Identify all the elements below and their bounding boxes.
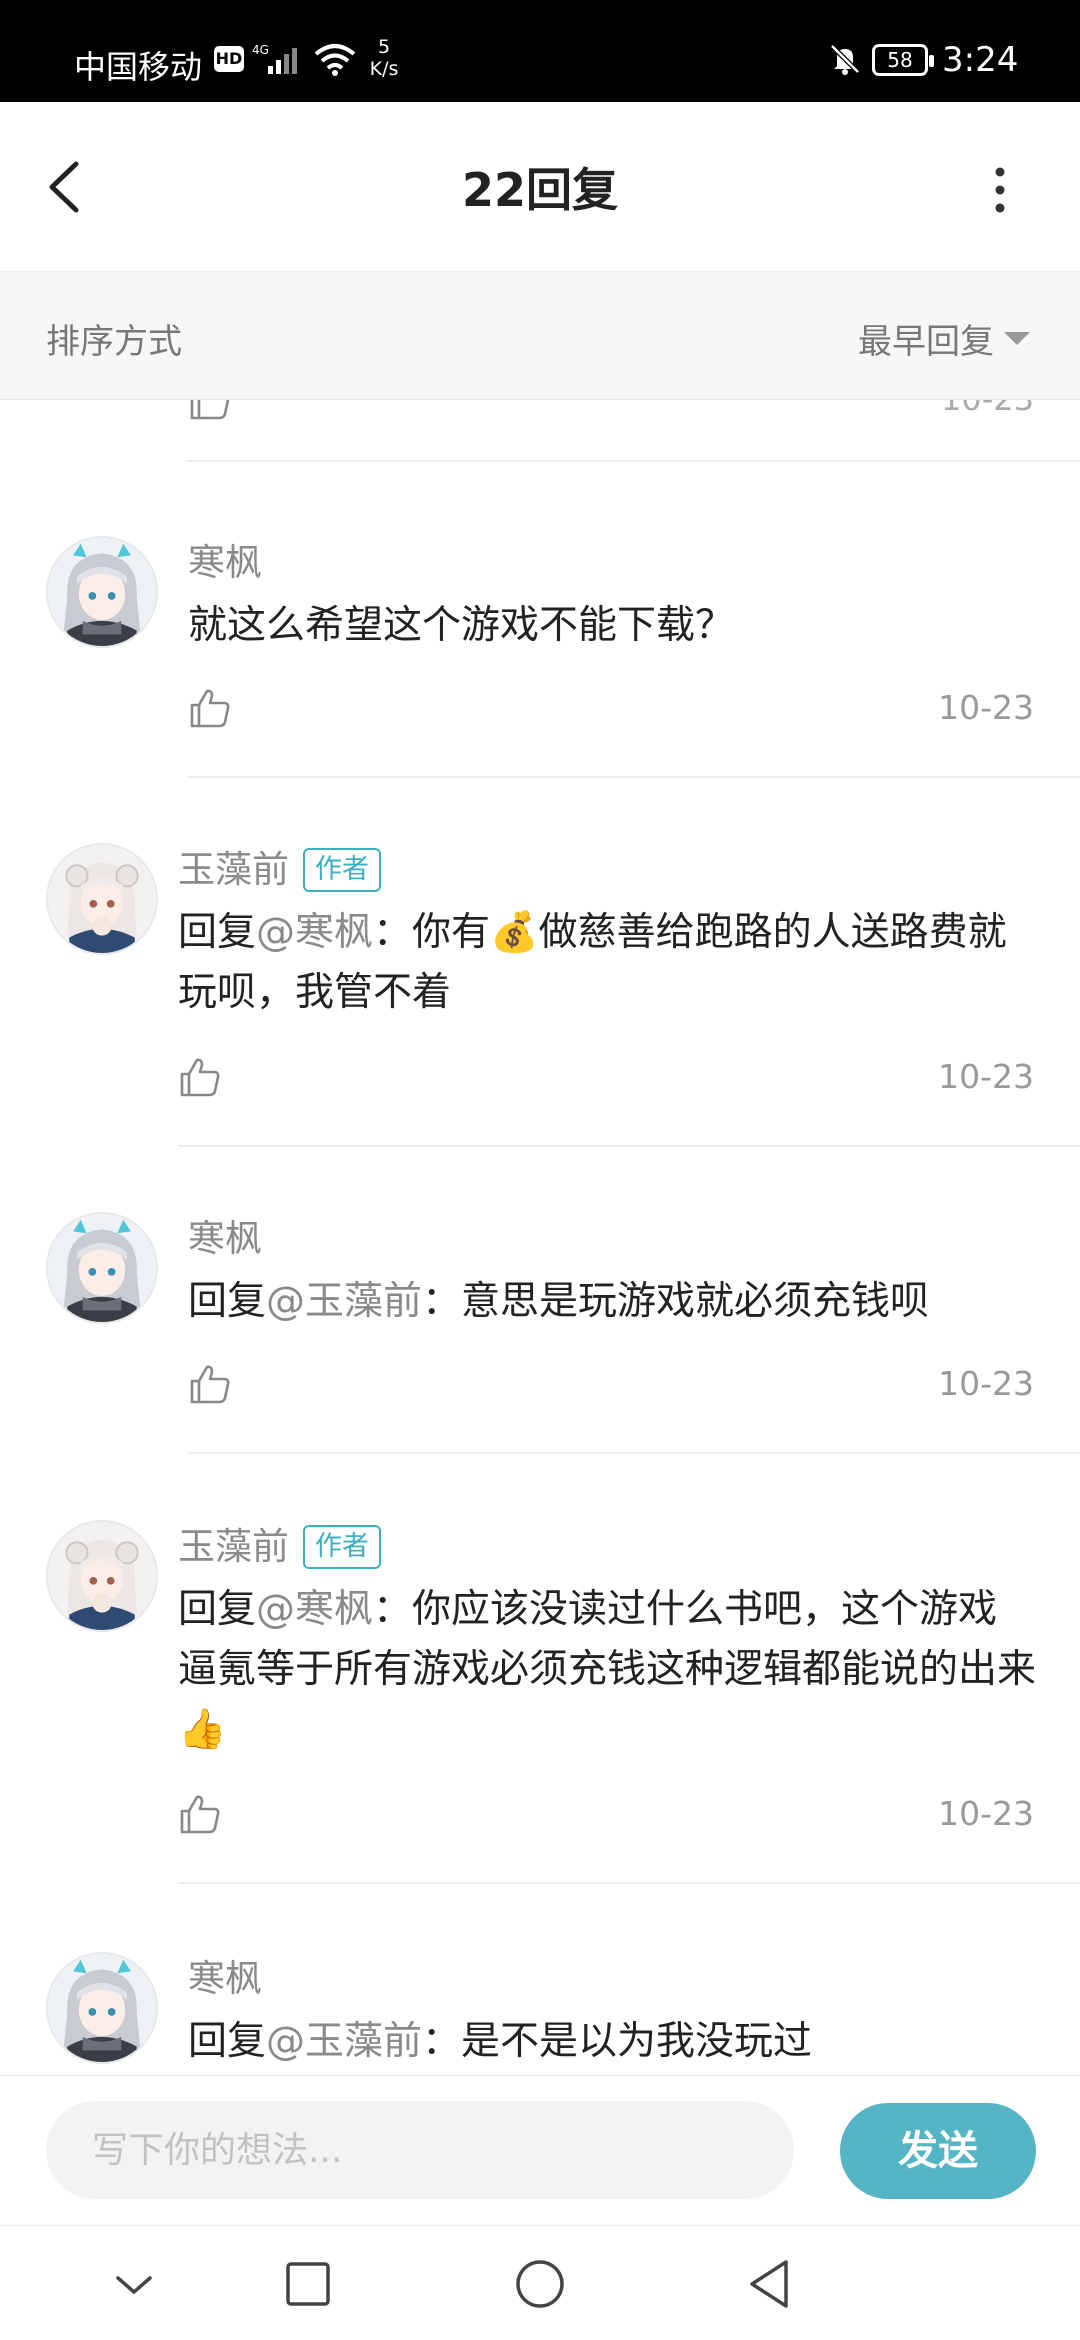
username-text: 玉藻前 xyxy=(178,1525,289,1568)
back-triangle-icon[interactable] xyxy=(742,2256,798,2312)
more-vertical-icon[interactable] xyxy=(980,160,1020,220)
list-item-partial: 10-23 xyxy=(0,400,1080,462)
username[interactable]: 玉藻前 作者 xyxy=(178,839,381,893)
app-header: 22回复 xyxy=(0,102,1080,272)
sort-selected-value: 最早回复 xyxy=(858,322,994,362)
mention-link[interactable]: @寒枫 xyxy=(256,910,373,955)
thumbs-up-icon[interactable] xyxy=(178,1055,222,1099)
username-text: 玉藻前 xyxy=(178,848,289,891)
avatar[interactable] xyxy=(46,1952,158,2064)
thumbs-up-icon[interactable] xyxy=(188,686,232,730)
home-circle-icon[interactable] xyxy=(512,2256,568,2312)
author-badge: 作者 xyxy=(303,848,381,892)
comment-date: 10-23 xyxy=(938,1057,1034,1096)
sort-label: 排序方式 xyxy=(46,322,182,362)
reply-prefix: 回复 xyxy=(178,1587,257,1632)
divider xyxy=(178,1145,1080,1147)
username-text: 寒枫 xyxy=(188,1957,262,2000)
carrier-label: 中国移动 xyxy=(74,48,203,86)
svg-text:4G: 4G xyxy=(252,43,269,57)
colon: ： xyxy=(422,1279,462,1324)
sort-dropdown[interactable]: 最早回复 xyxy=(858,314,1030,363)
comment-text: 回复@玉藻前：意思是玩游戏就必须充钱呗 xyxy=(188,1272,1036,1332)
divider xyxy=(188,1452,1080,1454)
list-item: 寒枫 回复@玉藻前：是不是以为我没玩过 xyxy=(0,1952,1080,2075)
thumbs-up-icon[interactable] xyxy=(188,1362,232,1406)
colon: ： xyxy=(373,1587,413,1632)
list-item: 寒枫 就这么希望这个游戏不能下载？ 10-23 xyxy=(0,536,1080,779)
wifi-icon xyxy=(314,44,356,76)
list-item: 寒枫 回复@玉藻前：意思是玩游戏就必须充钱呗 10-23 xyxy=(0,1212,1080,1456)
reply-prefix: 回复 xyxy=(178,910,257,955)
thumbs-up-icon[interactable] xyxy=(188,400,232,422)
send-button[interactable]: 发送 xyxy=(840,2103,1036,2199)
comment-content: 就这么希望这个游戏不能下载？ xyxy=(188,603,735,648)
speed-value: 5 xyxy=(377,36,391,58)
list-item: 玉藻前 作者 回复@寒枫：你有💰做慈善给跑路的人送路费就玩呗，我管不着 10-23 xyxy=(0,843,1080,1147)
comment-text: 回复@玉藻前：是不是以为我没玩过 xyxy=(188,2012,1036,2072)
signal-icon: 4G xyxy=(252,43,297,74)
clock: 3:24 xyxy=(942,40,1019,80)
hd-icon: HD xyxy=(214,46,244,72)
page-title: 22回复 xyxy=(461,163,618,217)
colon: ： xyxy=(422,2019,462,2064)
comment-text: 就这么希望这个游戏不能下载？ xyxy=(188,596,1036,656)
avatar[interactable] xyxy=(46,843,158,955)
caret-down-icon xyxy=(1004,332,1030,345)
username[interactable]: 玉藻前 作者 xyxy=(178,1516,381,1570)
comment-date: 10-23 xyxy=(941,400,1034,418)
username[interactable]: 寒枫 xyxy=(188,532,262,586)
colon: ： xyxy=(373,910,413,955)
avatar[interactable] xyxy=(46,1212,158,1324)
mention-link[interactable]: @寒枫 xyxy=(256,1587,373,1632)
username[interactable]: 寒枫 xyxy=(188,1208,262,1262)
comment-input-bar: 发送 xyxy=(0,2075,1080,2225)
sort-bar: 排序方式 最早回复 xyxy=(0,272,1080,400)
reply-prefix: 回复 xyxy=(188,2019,267,2064)
chevron-down-icon[interactable] xyxy=(106,2256,162,2312)
recents-square-icon[interactable] xyxy=(280,2256,336,2312)
comment-date: 10-23 xyxy=(938,1794,1034,1833)
avatar[interactable] xyxy=(46,1520,158,1632)
username[interactable]: 寒枫 xyxy=(188,1948,262,2002)
comment-date: 10-23 xyxy=(938,1364,1034,1403)
network-speed: 5 K/s xyxy=(364,36,404,80)
comment-content: 意思是玩游戏就必须充钱呗 xyxy=(461,1279,930,1324)
divider xyxy=(186,460,1080,462)
speed-unit: K/s xyxy=(369,58,399,80)
author-badge: 作者 xyxy=(303,1525,381,1569)
list-item: 玉藻前 作者 回复@寒枫：你应该没读过什么书吧，这个游戏逼氪等于所有游戏必须充钱这… xyxy=(0,1520,1080,1884)
comment-input[interactable] xyxy=(46,2101,794,2199)
comment-content: 是不是以为我没玩过 xyxy=(461,2019,813,2064)
username-text: 寒枫 xyxy=(188,541,262,584)
comment-text: 回复@寒枫：你有💰做慈善给跑路的人送路费就玩呗，我管不着 xyxy=(178,903,1036,1023)
battery-icon: 58 xyxy=(872,44,934,76)
comment-date: 10-23 xyxy=(938,688,1034,727)
status-bar: 中国移动 HD 4G 5 K/s 58 3:24 xyxy=(0,0,1080,102)
reply-list[interactable]: 10-23 寒枫 就这么希望这个游戏不能下载？ 10-23 玉藻前作者 回复@寒… xyxy=(0,400,1080,2075)
divider xyxy=(188,776,1080,778)
system-nav-bar xyxy=(0,2225,1080,2340)
username-text: 寒枫 xyxy=(188,1217,262,1260)
mention-link[interactable]: @玉藻前 xyxy=(266,1279,422,1324)
divider xyxy=(178,1882,1080,1884)
avatar[interactable] xyxy=(46,536,158,648)
comment-text: 回复@寒枫：你应该没读过什么书吧，这个游戏逼氪等于所有游戏必须充钱这种逻辑都能说… xyxy=(178,1580,1036,1760)
mention-link[interactable]: @玉藻前 xyxy=(266,2019,422,2064)
reply-prefix: 回复 xyxy=(188,1279,267,1324)
thumbs-up-icon[interactable] xyxy=(178,1792,222,1836)
bell-off-icon xyxy=(830,44,860,75)
